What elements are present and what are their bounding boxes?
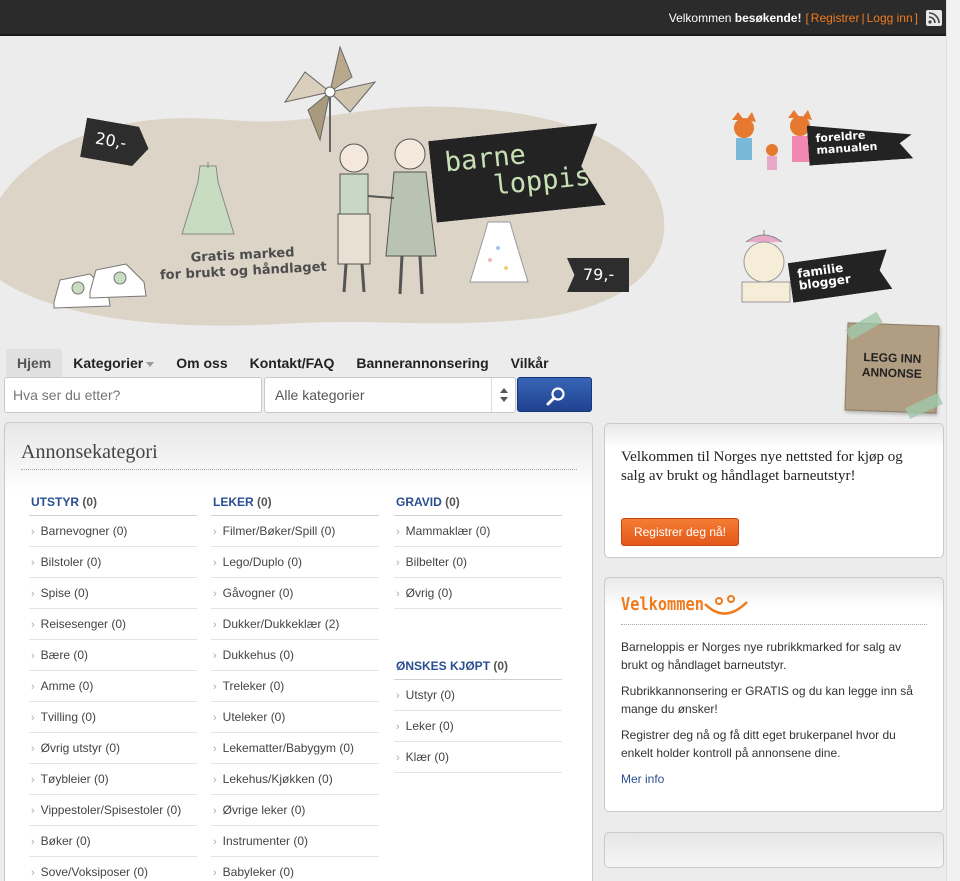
welcome-panel: Velkommen til Norges nye nettsted for kj…: [604, 423, 944, 558]
info-paragraph: Rubrikkannonsering er GRATIS og du kan l…: [621, 684, 913, 716]
info-paragraph: Registrer deg nå og få ditt eget brukerp…: [621, 728, 896, 760]
category-link[interactable]: Lekehus/Kjøkken (0): [211, 764, 379, 795]
info-title: Velkommen: [621, 594, 704, 615]
nav-about[interactable]: Om oss: [165, 349, 238, 377]
category-link[interactable]: Filmer/Bøker/Spill (0): [211, 516, 379, 547]
category-list: Barnevogner (0)Bilstoler (0)Spise (0)Rei…: [29, 516, 197, 881]
login-link[interactable]: Logg inn: [867, 11, 913, 25]
empty-panel: [604, 832, 944, 868]
category-link[interactable]: Bilstoler (0): [29, 547, 197, 578]
category-link[interactable]: Tøybleier (0): [29, 764, 197, 795]
category-group-heading[interactable]: ØNSKES KJØPT (0): [394, 659, 562, 680]
nav-terms[interactable]: Vilkår: [500, 349, 560, 377]
category-link[interactable]: Dukkehus (0): [211, 640, 379, 671]
nav-home[interactable]: Hjem: [6, 349, 63, 377]
category-link[interactable]: Reisesenger (0): [29, 609, 197, 640]
category-link[interactable]: Barnevogner (0): [29, 516, 197, 547]
main-nav: Hjem Kategorier Om oss Kontakt/FAQ Banne…: [6, 349, 560, 377]
category-list: Filmer/Bøker/Spill (0)Lego/Duplo (0)Gåvo…: [211, 516, 379, 881]
category-link[interactable]: Øvrig utstyr (0): [29, 733, 197, 764]
category-link[interactable]: Lekematter/Babygym (0): [211, 733, 379, 764]
category-link[interactable]: Treleker (0): [211, 671, 379, 702]
category-column: UTSTYR (0)Barnevogner (0)Bilstoler (0)Sp…: [29, 495, 197, 881]
category-link[interactable]: Sove/Voksiposer (0): [29, 857, 197, 881]
category-link[interactable]: Tvilling (0): [29, 702, 197, 733]
category-link[interactable]: Uteleker (0): [211, 702, 379, 733]
category-column: LEKER (0)Filmer/Bøker/Spill (0)Lego/Dupl…: [211, 495, 379, 881]
category-link[interactable]: Lego/Duplo (0): [211, 547, 379, 578]
divider: [21, 469, 577, 470]
rss-icon[interactable]: [926, 10, 942, 26]
price-tag-right: 79,-: [567, 258, 629, 292]
welcome-text: Velkommen til Norges nye nettsted for kj…: [621, 449, 903, 484]
top-bar-user-area: Velkommen besøkende! [ Registrer | Logg …: [669, 10, 942, 26]
category-link[interactable]: Amme (0): [29, 671, 197, 702]
search-button[interactable]: [517, 377, 592, 412]
category-link[interactable]: Dukker/Dukkeklær (2): [211, 609, 379, 640]
welcome-message: Velkommen besøkende!: [668, 11, 802, 25]
category-group-heading[interactable]: LEKER (0): [211, 495, 379, 516]
category-group-heading[interactable]: GRAVID (0): [394, 495, 562, 516]
category-link[interactable]: Bilbelter (0): [394, 547, 562, 578]
bracket-close: ]: [914, 11, 918, 25]
category-select-value: Alle kategorier: [275, 387, 365, 403]
nav-categories[interactable]: Kategorier: [62, 349, 165, 377]
divider: [621, 624, 927, 625]
search-icon: [546, 387, 565, 406]
white-dress-icon: [469, 221, 529, 283]
baby-dress-icon: [181, 162, 235, 235]
category-link[interactable]: Instrumenter (0): [211, 826, 379, 857]
category-select[interactable]: Alle kategorier: [264, 377, 516, 413]
category-link[interactable]: Klær (0): [394, 742, 562, 773]
register-now-button[interactable]: Registrer deg nå!: [621, 518, 739, 546]
category-link[interactable]: Spise (0): [29, 578, 197, 609]
chevron-down-icon: [146, 361, 155, 367]
category-group-heading[interactable]: UTSTYR (0): [29, 495, 197, 516]
welcome-user: besøkende!: [734, 11, 802, 25]
category-link[interactable]: Vippestoler/Spisestoler (0): [29, 795, 197, 826]
foxes-illustration: [732, 110, 812, 170]
category-list: Mammaklær (0)Bilbelter (0)Øvrig (0): [394, 516, 562, 609]
category-link[interactable]: Mammaklær (0): [394, 516, 562, 547]
category-list: Utstyr (0)Leker (0)Klær (0): [394, 680, 562, 773]
category-column: GRAVID (0)Mammaklær (0)Bilbelter (0)Øvri…: [394, 495, 562, 773]
category-link[interactable]: Leker (0): [394, 711, 562, 742]
select-arrows-icon: [491, 378, 515, 412]
category-panel: Annonsekategori UTSTYR (0)Barnevogner (0…: [4, 422, 593, 881]
category-link[interactable]: Bøker (0): [29, 826, 197, 857]
nav-banner-ads[interactable]: Bannerannonsering: [345, 349, 499, 377]
category-link[interactable]: Bære (0): [29, 640, 197, 671]
info-panel: Velkommen Barneloppis er Norges nye rubr…: [604, 577, 944, 812]
category-panel-title: Annonsekategori: [21, 441, 158, 463]
category-link[interactable]: Gåvogner (0): [211, 578, 379, 609]
bracket-open: [: [805, 11, 809, 25]
link-separator: |: [861, 11, 865, 25]
nav-contact-faq[interactable]: Kontakt/FAQ: [239, 349, 346, 377]
info-paragraph: Barneloppis er Norges nye rubrikkmarked …: [621, 640, 902, 672]
category-link[interactable]: Utstyr (0): [394, 680, 562, 711]
more-info-link[interactable]: Mer info: [621, 772, 664, 786]
search-input[interactable]: [4, 377, 262, 413]
page-scrollbar[interactable]: [946, 0, 960, 881]
sneakers-icon: [53, 263, 147, 309]
category-link[interactable]: Øvrig (0): [394, 578, 562, 609]
category-link[interactable]: Øvrige leker (0): [211, 795, 379, 826]
register-link[interactable]: Registrer: [811, 11, 860, 25]
smile-face-icon: [704, 595, 748, 615]
top-bar: Velkommen besøkende! [ Registrer | Logg …: [0, 0, 946, 36]
info-body: Barneloppis er Norges nye rubrikkmarked …: [621, 638, 931, 788]
children-illustration: [337, 138, 437, 295]
foreldremanualen-banner[interactable]: foreldre manualen: [807, 118, 914, 165]
category-link[interactable]: Babyleker (0): [211, 857, 379, 881]
